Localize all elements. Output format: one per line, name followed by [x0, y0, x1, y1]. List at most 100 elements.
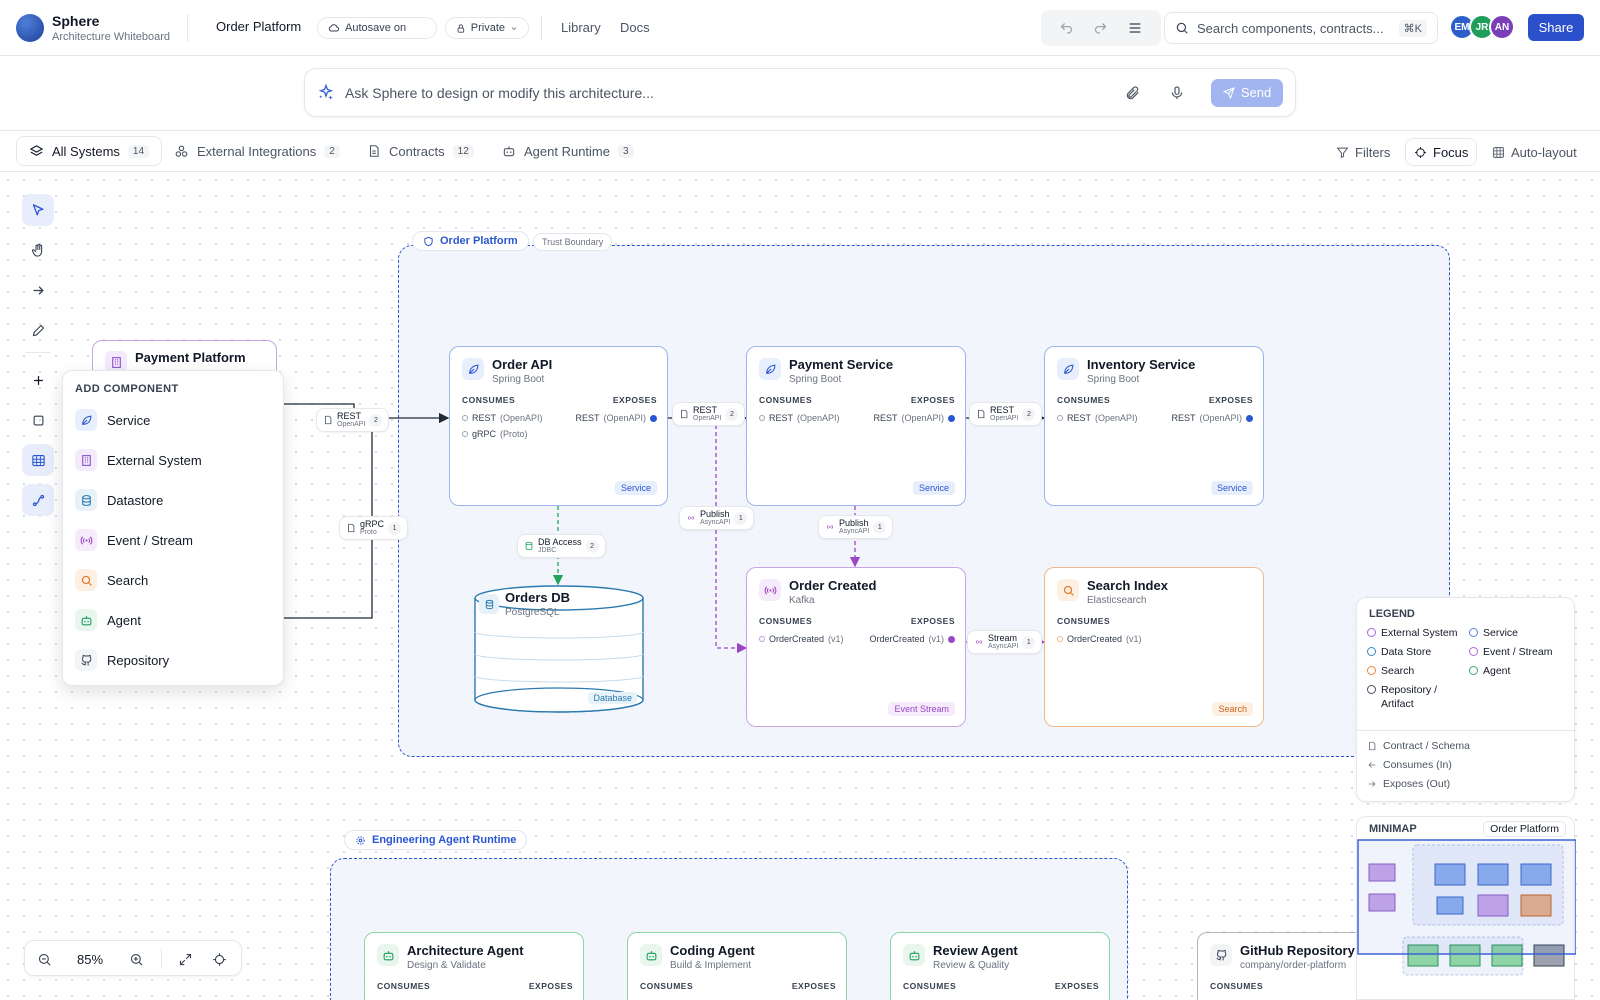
tab-external-integrations[interactable]: External Integrations 2 [162, 136, 352, 166]
minimap-scope[interactable]: Order Platform [1483, 821, 1566, 837]
legend-label: Consumes (In) [1383, 759, 1452, 771]
tab-count: 14 [127, 144, 150, 158]
ask-input[interactable] [345, 84, 1115, 101]
add-tool[interactable] [22, 364, 54, 396]
flow-tool[interactable] [22, 484, 54, 516]
exposes-header: EXPOSES [910, 395, 955, 405]
node-subtitle: Review & Quality [933, 960, 1010, 971]
recenter-icon[interactable] [212, 952, 227, 967]
search-box[interactable]: Search components, contracts... ⌘K [1164, 12, 1438, 44]
leaf-icon [462, 358, 484, 380]
auto-layout-label: Auto-layout [1511, 144, 1577, 160]
menu-icon[interactable] [1127, 20, 1143, 36]
undo-icon[interactable] [1059, 21, 1074, 36]
consumes-item[interactable]: OrderCreated (v1) [1057, 634, 1142, 644]
legend-item: Data Store [1367, 645, 1431, 659]
fit-screen-icon[interactable] [178, 952, 193, 967]
search-index-node[interactable]: Search Index Elasticsearch CONSUMES Orde… [1044, 567, 1264, 727]
frame-tool[interactable] [22, 404, 54, 436]
app-name: Sphere [52, 13, 100, 29]
legend-item: External System [1367, 626, 1457, 640]
add-datastore-item[interactable]: Datastore [75, 485, 275, 515]
auto-layout-button[interactable]: Auto-layout [1484, 138, 1585, 166]
share-button[interactable]: Share [1528, 14, 1584, 41]
exposes-item[interactable]: REST (OpenAPI) [575, 413, 657, 423]
edge-label-publish[interactable]: Publish AsyncAPI 1 [679, 506, 755, 530]
focus-button[interactable]: Focus [1405, 138, 1478, 166]
pencil-icon [32, 324, 44, 336]
legend-contract-row: Contract / Schema [1367, 740, 1470, 752]
tab-agent-runtime[interactable]: Agent Runtime 3 [490, 136, 646, 166]
send-button[interactable]: Send [1211, 78, 1283, 107]
architecture-agent-node[interactable]: Architecture Agent Design & Validate CON… [364, 932, 584, 1000]
nav-library-link[interactable]: Library [561, 20, 601, 35]
consumes-item[interactable]: OrderCreated (v1) [759, 634, 844, 644]
broadcast-icon [976, 640, 982, 644]
select-tool[interactable] [22, 194, 54, 226]
add-service-item[interactable]: Service [75, 405, 275, 435]
tab-count: 2 [324, 144, 340, 158]
edge-label-db-access[interactable]: DB Access JDBC 2 [517, 534, 606, 558]
edge-label-rest[interactable]: REST OpenAPI 2 [969, 402, 1043, 426]
edge-label-grpc[interactable]: gRPC Proto 1 [339, 516, 409, 540]
legend-label: Data Store [1381, 646, 1432, 658]
add-search-item[interactable]: Search [75, 565, 275, 595]
coding-agent-node[interactable]: Coding Agent Build & Implement CONSUMES … [627, 932, 847, 1000]
edge-spec: AsyncAPI [988, 642, 1019, 650]
edge-spec: OpenAPI [337, 420, 366, 428]
zoom-in-icon[interactable] [129, 952, 144, 967]
edge-label-publish[interactable]: Publish AsyncAPI 1 [818, 515, 894, 539]
edge-label-rest[interactable]: REST OpenAPI 2 [672, 402, 746, 426]
edge-count: 1 [734, 511, 748, 525]
review-agent-node[interactable]: Review Agent Review & Quality CONSUMES E… [890, 932, 1110, 1000]
add-repository-item[interactable]: Repository [75, 645, 275, 675]
order-api-node[interactable]: Order API Spring Boot CONSUMES EXPOSES R… [449, 346, 668, 506]
connector-tool[interactable] [22, 274, 54, 306]
pen-tool[interactable] [22, 314, 54, 346]
consumes-item[interactable]: REST (OpenAPI) [759, 413, 840, 423]
avatar[interactable]: AN [1489, 14, 1515, 40]
project-name[interactable]: Order Platform [216, 19, 301, 34]
redo-icon[interactable] [1093, 21, 1108, 36]
table-tool[interactable] [22, 444, 54, 476]
edge-spec: OpenAPI [693, 414, 722, 422]
add-external-system-item[interactable]: External System [75, 445, 275, 475]
microphone-icon[interactable] [1169, 85, 1185, 101]
nav-docs-link[interactable]: Docs [620, 20, 650, 35]
sphere-logo[interactable] [16, 14, 44, 42]
tab-count: 12 [452, 144, 474, 158]
exposes-item[interactable]: REST (OpenAPI) [1171, 413, 1253, 423]
payment-service-node[interactable]: Payment Service Spring Boot CONSUMES EXP… [746, 346, 966, 506]
filters-label: Filters [1355, 144, 1391, 160]
consumes-item[interactable]: REST (OpenAPI) [1057, 413, 1138, 423]
cloud-icon [328, 24, 340, 32]
pan-tool[interactable] [22, 234, 54, 266]
add-component-menu: ADD COMPONENT Service External System Data… [62, 370, 284, 686]
order-created-node[interactable]: Order Created Kafka CONSUMES EXPOSES Ord… [746, 567, 966, 727]
ask-sphere-bar: Send [304, 68, 1296, 117]
add-event-stream-item[interactable]: Event / Stream [75, 525, 275, 555]
filters-button[interactable]: Filters [1328, 138, 1398, 166]
edge-label-stream[interactable]: Stream AsyncAPI 1 [967, 630, 1043, 654]
visibility-dropdown[interactable]: Private [445, 17, 529, 39]
edge-label-rest[interactable]: REST OpenAPI 2 [316, 408, 390, 432]
menu-title: ADD COMPONENT [75, 383, 179, 395]
zoom-level[interactable]: 85% [77, 952, 103, 967]
tab-contracts[interactable]: Contracts 12 [355, 136, 486, 166]
minimap-panel[interactable]: MINIMAP Order Platform [1356, 816, 1576, 1000]
zoom-out-icon[interactable] [37, 952, 52, 967]
exposes-item[interactable]: OrderCreated (v1) [869, 634, 955, 644]
orders-db-node[interactable]: Orders DB PostgreSQL Database [473, 584, 645, 716]
search-icon [1057, 579, 1079, 601]
autosave-toggle[interactable]: Autosave on [317, 17, 437, 39]
contract-icon [681, 409, 688, 419]
legend-divider [1357, 730, 1576, 731]
inventory-service-node[interactable]: Inventory Service Spring Boot CONSUMES E… [1044, 346, 1264, 506]
node-subtitle: Elasticsearch [1087, 595, 1147, 606]
consumes-item[interactable]: gRPC (Proto) [462, 429, 528, 439]
paperclip-icon[interactable] [1125, 85, 1141, 101]
consumes-item[interactable]: REST (OpenAPI) [462, 413, 543, 423]
add-agent-item[interactable]: Agent [75, 605, 275, 635]
exposes-item[interactable]: REST (OpenAPI) [873, 413, 955, 423]
tab-all-systems[interactable]: All Systems 14 [16, 136, 163, 166]
